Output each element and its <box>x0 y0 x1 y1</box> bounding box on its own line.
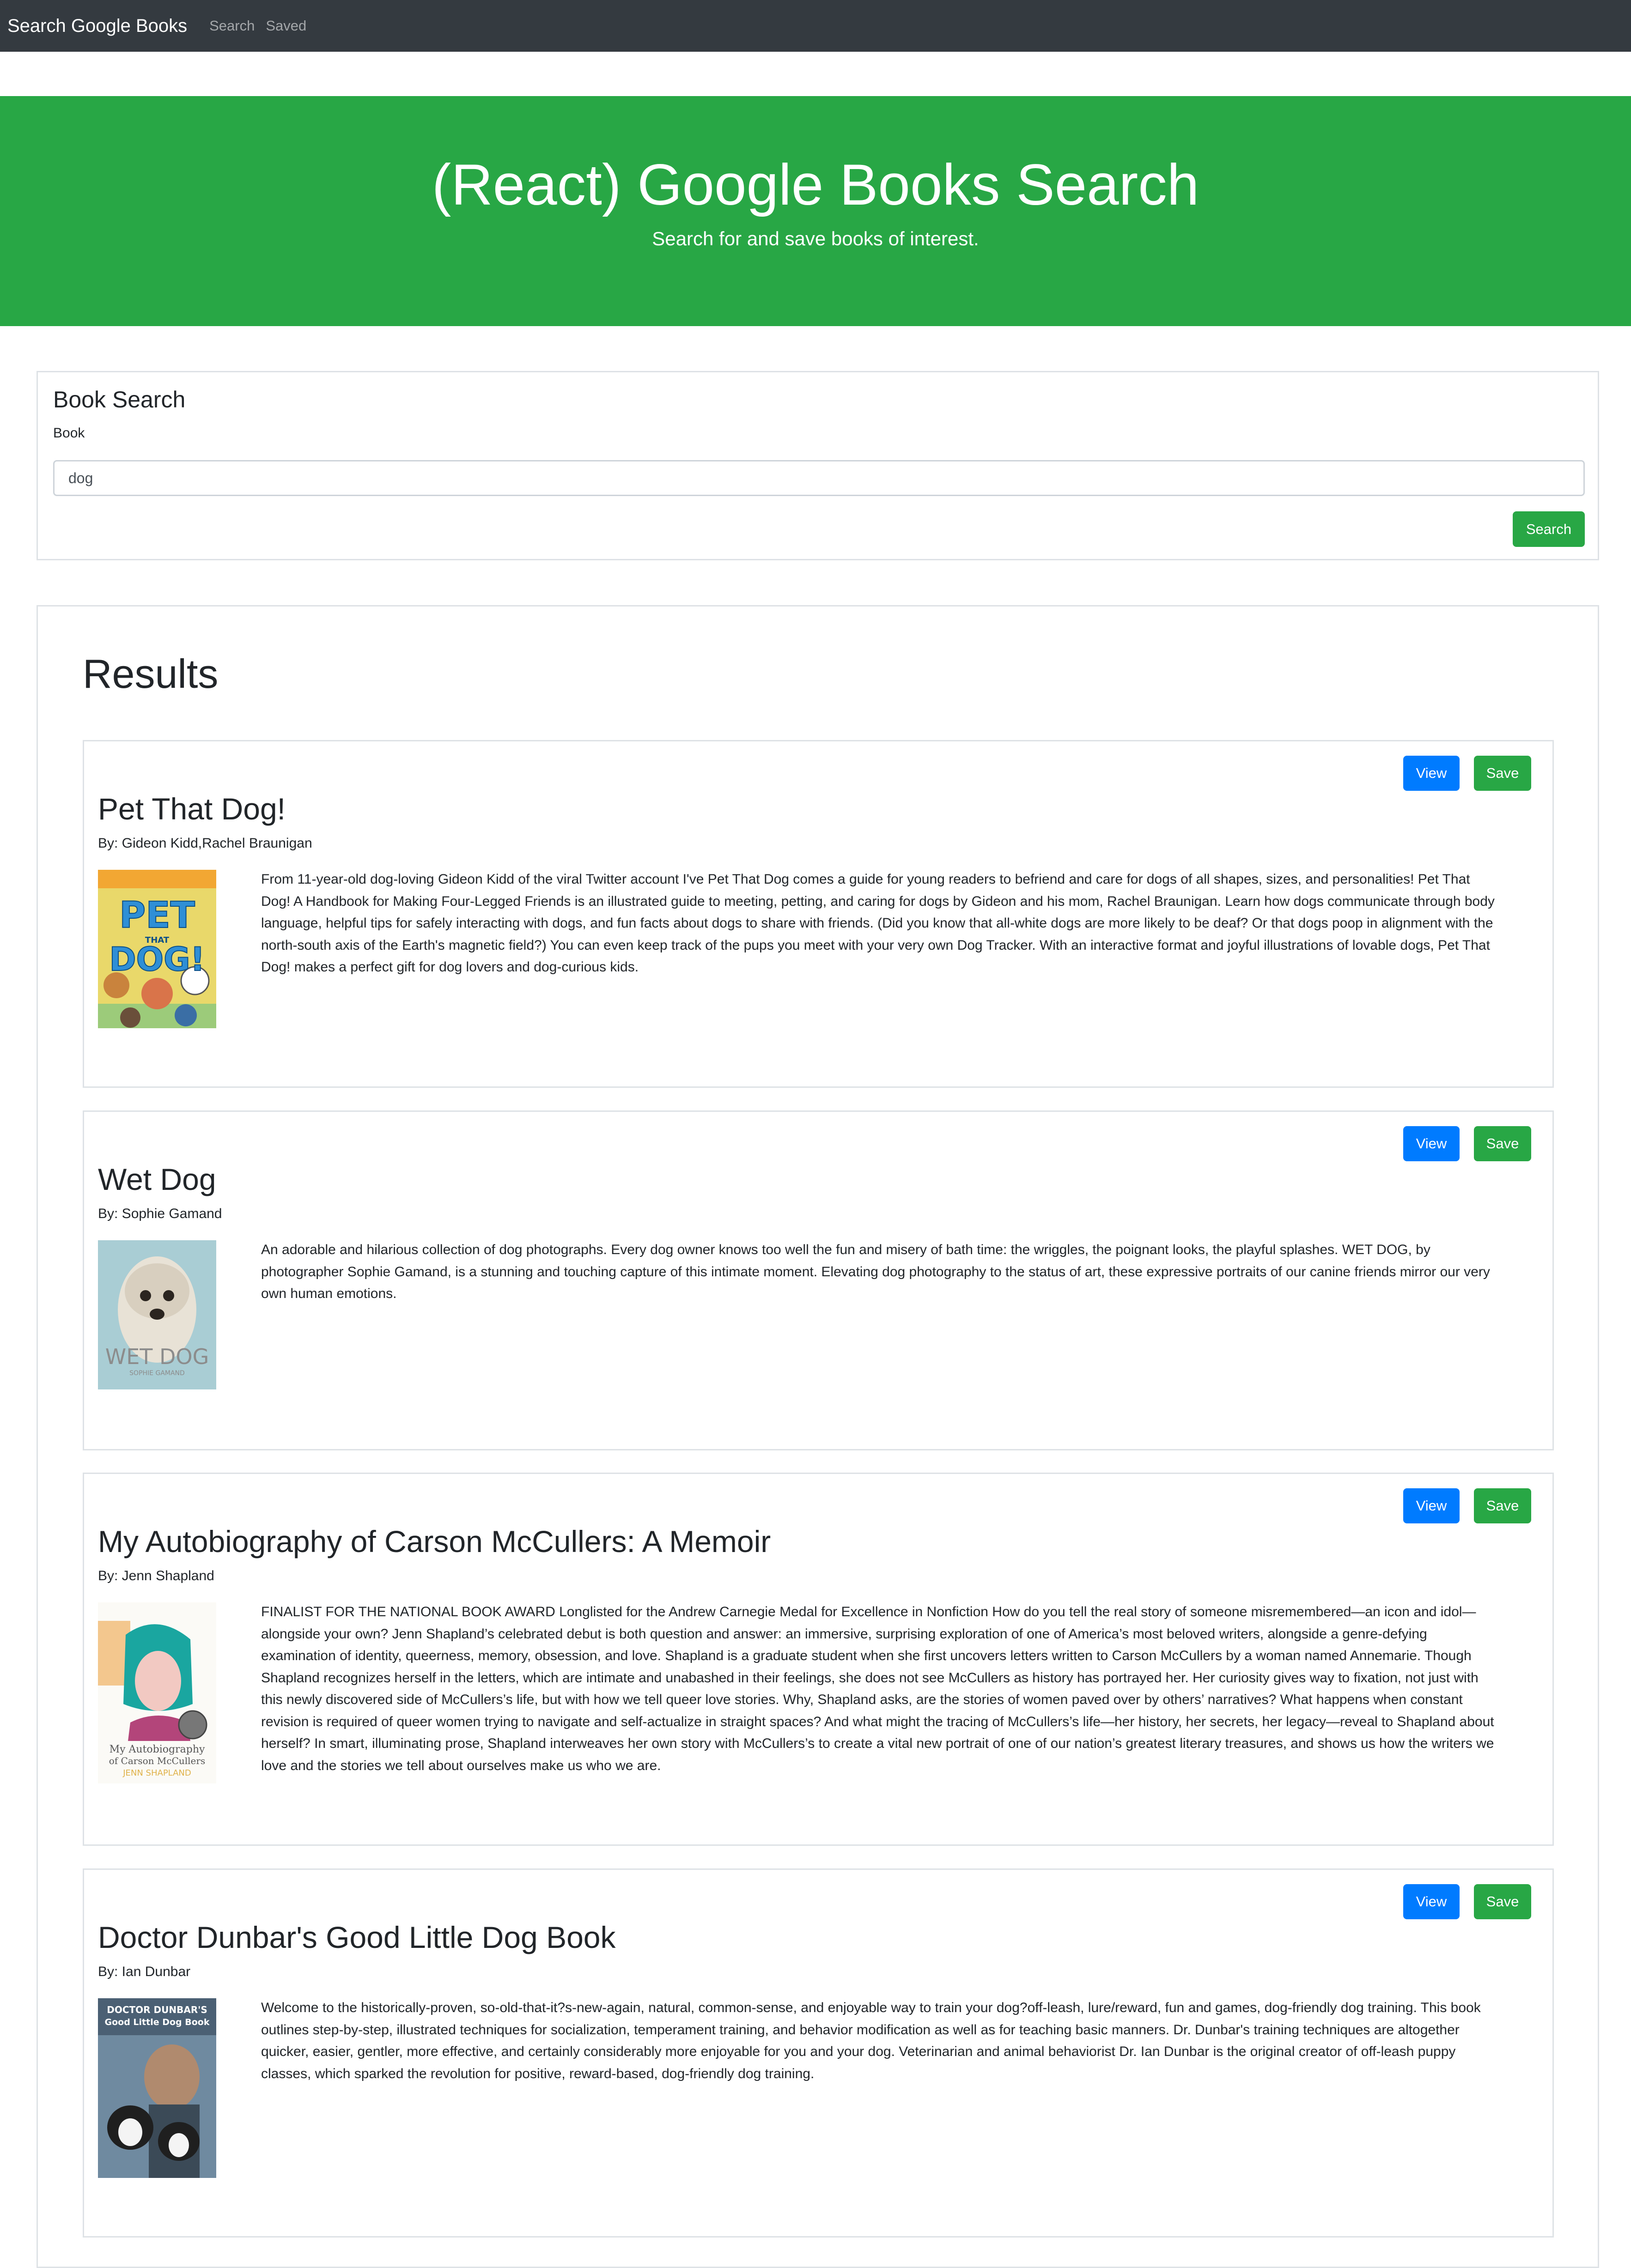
view-button[interactable]: View <box>1403 1488 1460 1523</box>
book-result: View Save Pet That Dog! By: Gideon Kidd,… <box>83 740 1554 1088</box>
save-button[interactable]: Save <box>1474 1884 1531 1919</box>
cover-text: My Autobiography <box>110 1744 205 1755</box>
view-button[interactable]: View <box>1403 1126 1460 1161</box>
cover-text: SOPHIE GAMAND <box>129 1370 185 1377</box>
book-cover-image[interactable]: My Autobiography of Carson McCullers JEN… <box>98 1602 216 1783</box>
book-cover-image[interactable]: WET DOG SOPHIE GAMAND <box>98 1240 216 1389</box>
book-authors: By: Sophie Gamand <box>98 1206 222 1221</box>
book-title: Wet Dog <box>98 1162 216 1196</box>
book-description: From 11-year-old dog-loving Gideon Kidd … <box>261 872 1495 975</box>
book-description: FINALIST FOR THE NATIONAL BOOK AWARD Lon… <box>261 1604 1494 1773</box>
save-button[interactable]: Save <box>1474 1126 1531 1161</box>
cover-text: JENN SHAPLAND <box>122 1768 191 1778</box>
book-input-label: Book <box>53 425 85 441</box>
search-button[interactable]: Search <box>1513 511 1585 547</box>
results-card: Results View Save Pet That Dog! By: Gide… <box>37 605 1599 2268</box>
nav-link-saved[interactable]: Saved <box>266 18 306 34</box>
save-button[interactable]: Save <box>1474 1488 1531 1523</box>
book-title: Doctor Dunbar's Good Little Dog Book <box>98 1920 616 1954</box>
navbar-brand[interactable]: Search Google Books <box>7 16 187 36</box>
book-cover-image[interactable]: PET THAT DOG! <box>98 870 216 1028</box>
book-result: View Save Wet Dog By: Sophie Gamand WET … <box>83 1110 1554 1450</box>
jumbotron: (React) Google Books Search Search for a… <box>0 96 1631 326</box>
navbar: Search Google Books Search Saved <box>0 0 1631 52</box>
nav-link-search[interactable]: Search <box>209 18 255 34</box>
page-title: (React) Google Books Search <box>432 153 1199 217</box>
book-title: Pet That Dog! <box>98 792 286 826</box>
view-button[interactable]: View <box>1403 756 1460 791</box>
book-authors: By: Ian Dunbar <box>98 1964 191 1979</box>
book-search-card: Book Search Book Search <box>37 371 1599 560</box>
cover-text: DOCTOR DUNBAR'S <box>107 2004 207 2015</box>
cover-text: DOG! <box>110 940 205 978</box>
book-result: View Save Doctor Dunbar's Good Little Do… <box>83 1868 1554 2238</box>
book-title: My Autobiography of Carson McCullers: A … <box>98 1524 771 1558</box>
book-authors: By: Gideon Kidd,Rachel Braunigan <box>98 836 312 851</box>
cover-text: PET <box>119 895 195 936</box>
book-cover-image[interactable]: DOCTOR DUNBAR'S Good Little Dog Book <box>98 1998 216 2178</box>
book-result: View Save My Autobiography of Carson McC… <box>83 1473 1554 1846</box>
book-authors: By: Jenn Shapland <box>98 1568 214 1583</box>
results-title: Results <box>83 651 219 697</box>
book-search-input[interactable] <box>53 460 1585 496</box>
book-description: Welcome to the historically-proven, so-o… <box>261 2000 1481 2081</box>
page-subtitle: Search for and save books of interest. <box>652 228 979 249</box>
book-description: An adorable and hilarious collection of … <box>261 1242 1490 1301</box>
cover-text: of Carson McCullers <box>109 1755 205 1766</box>
cover-text: Good Little Dog Book <box>105 2017 210 2027</box>
save-button[interactable]: Save <box>1474 756 1531 791</box>
view-button[interactable]: View <box>1403 1884 1460 1919</box>
cover-text: WET DOG <box>105 1344 209 1369</box>
book-search-title: Book Search <box>53 387 186 412</box>
